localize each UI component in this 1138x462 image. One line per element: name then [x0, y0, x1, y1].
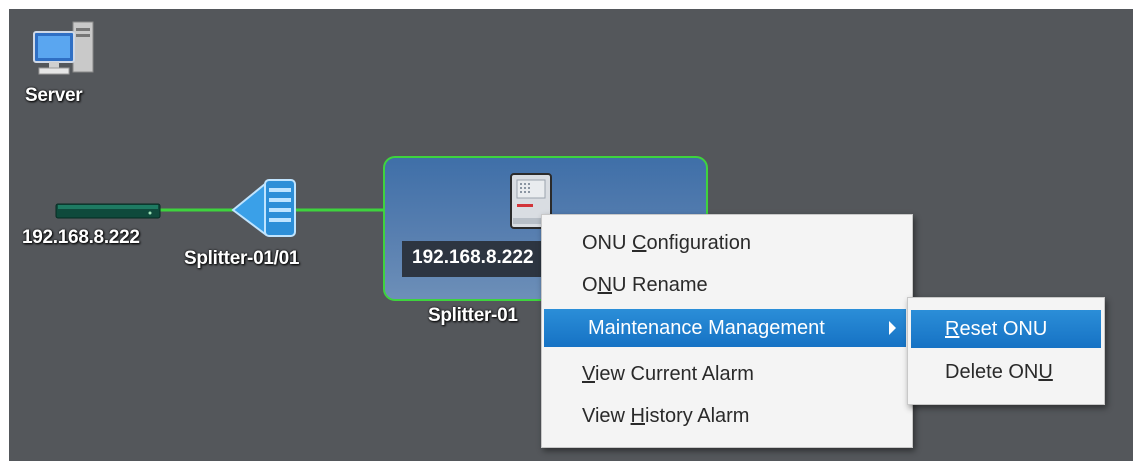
olt-device-icon	[55, 203, 161, 219]
menu-item-maintenance-management[interactable]: Maintenance Management	[544, 309, 906, 347]
mnemonic: N	[597, 274, 613, 296]
server-icon	[33, 21, 94, 75]
menu-item-text: Delete ON	[945, 361, 1039, 383]
mnemonic: R	[945, 318, 960, 340]
mnemonic: H	[630, 405, 645, 427]
olt-ip-label: 192.168.8.222	[22, 227, 140, 248]
menu-item-text: istory Alarm	[645, 405, 750, 427]
maintenance-submenu: Reset ONU Delete ONU	[907, 297, 1105, 405]
submenu-arrow-icon	[889, 321, 896, 335]
splitter-icon	[231, 179, 296, 237]
menu-item-text: eset ONU	[959, 318, 1048, 340]
context-menu: ONU Configuration ONU Rename Maintenance…	[541, 214, 913, 448]
menu-item-text: U Rename	[612, 274, 708, 296]
menu-item-text: O	[582, 274, 598, 296]
mnemonic: U	[1038, 361, 1053, 383]
splitter-label: Splitter-01/01	[184, 248, 300, 269]
menu-item-view-history-alarm[interactable]: View History Alarm	[544, 397, 906, 435]
menu-item-text: iew Current Alarm	[594, 363, 754, 385]
mnemonic: C	[632, 232, 647, 254]
submenu-item-delete-onu[interactable]: Delete ONU	[911, 353, 1101, 391]
menu-item-onu-configuration[interactable]: ONU Configuration	[544, 224, 906, 262]
mnemonic: V	[582, 363, 595, 385]
menu-item-text: Maintenance Management	[588, 317, 825, 339]
onu-ip-label: 192.168.8.222	[402, 241, 552, 277]
onu-splitter-label: Splitter-01	[428, 305, 518, 326]
menu-item-view-current-alarm[interactable]: View Current Alarm	[544, 355, 906, 393]
server-label: Server	[25, 85, 83, 106]
topology-canvas[interactable]: Server 192.168.8.222 Splitter-01/01 192.…	[9, 9, 1133, 461]
submenu-item-reset-onu[interactable]: Reset ONU	[911, 310, 1101, 348]
menu-item-text: onfiguration	[646, 232, 751, 254]
menu-item-text: ONU	[582, 232, 632, 254]
menu-item-onu-rename[interactable]: ONU Rename	[544, 266, 906, 304]
menu-item-text: View	[582, 405, 631, 427]
